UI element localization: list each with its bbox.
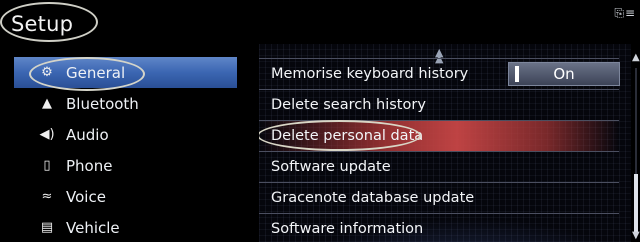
sidebar-item-label: Vehicle — [66, 218, 120, 237]
sidebar-item-label: Phone — [66, 156, 113, 175]
voice-icon: ≈ — [41, 189, 53, 204]
sidebar-item-vehicle[interactable]: ▤ Vehicle — [14, 212, 237, 242]
list-item-delete-personal-data[interactable]: Delete personal data — [259, 120, 619, 151]
list-item-gracenote-database-update[interactable]: Gracenote database update — [259, 182, 619, 213]
list-item-memorise-keyboard-history[interactable]: Memorise keyboard history On — [259, 58, 620, 89]
list-item-delete-search-history[interactable]: Delete search history — [259, 89, 619, 120]
sidebar-item-label: Voice — [66, 187, 106, 206]
settings-list: ▲ ▲ Memorise keyboard history On Delete s… — [259, 44, 631, 242]
personal-data-highlight-ring — [259, 120, 421, 151]
title-highlight-ring — [0, 2, 98, 42]
sidebar-menu: ⚙ General ▲ Bluetooth ◀) Audio ▯ Phone ≈… — [14, 57, 237, 242]
vehicle-icon: ▤ — [40, 220, 54, 235]
list-item-software-update[interactable]: Software update — [259, 151, 619, 182]
speaker-icon: ◀) — [39, 127, 55, 142]
sidebar-item-audio[interactable]: ◀) Audio — [14, 119, 237, 150]
list-item-label: Software update — [271, 159, 391, 175]
list-item-label: Software information — [271, 221, 424, 237]
phone-icon: ▯ — [43, 158, 51, 173]
toggle-state: On — [553, 65, 575, 83]
scroll-up-icon[interactable]: ▲ — [632, 52, 640, 63]
list-item-label: Delete search history — [271, 97, 426, 113]
keyboard-history-toggle[interactable]: On — [508, 62, 620, 86]
list-item-software-information[interactable]: Software information — [259, 213, 619, 242]
sidebar-item-label: Bluetooth — [66, 94, 139, 113]
scroll-thumb[interactable] — [634, 174, 638, 232]
sidebar-item-voice[interactable]: ≈ Voice — [14, 181, 237, 212]
scroll-down-icon[interactable]: ▼ — [632, 230, 640, 241]
list-item-label: Gracenote database update — [271, 190, 475, 206]
list-item-label: Memorise keyboard history — [271, 66, 469, 82]
general-highlight-ring — [29, 57, 145, 91]
bluetooth-icon: ▲ — [42, 96, 52, 111]
toggle-indicator — [515, 66, 519, 82]
sidebar-item-bluetooth[interactable]: ▲ Bluetooth — [14, 88, 237, 119]
status-icons: ⎘≡ — [614, 6, 636, 20]
sidebar-item-label: Audio — [66, 125, 109, 144]
scrollbar[interactable]: ▲ ▼ — [632, 52, 640, 242]
setup-screen: Setup ⎘≡ ⚙ General ▲ Bluetooth ◀) Audio … — [0, 0, 640, 242]
sidebar-item-phone[interactable]: ▯ Phone — [14, 150, 237, 181]
